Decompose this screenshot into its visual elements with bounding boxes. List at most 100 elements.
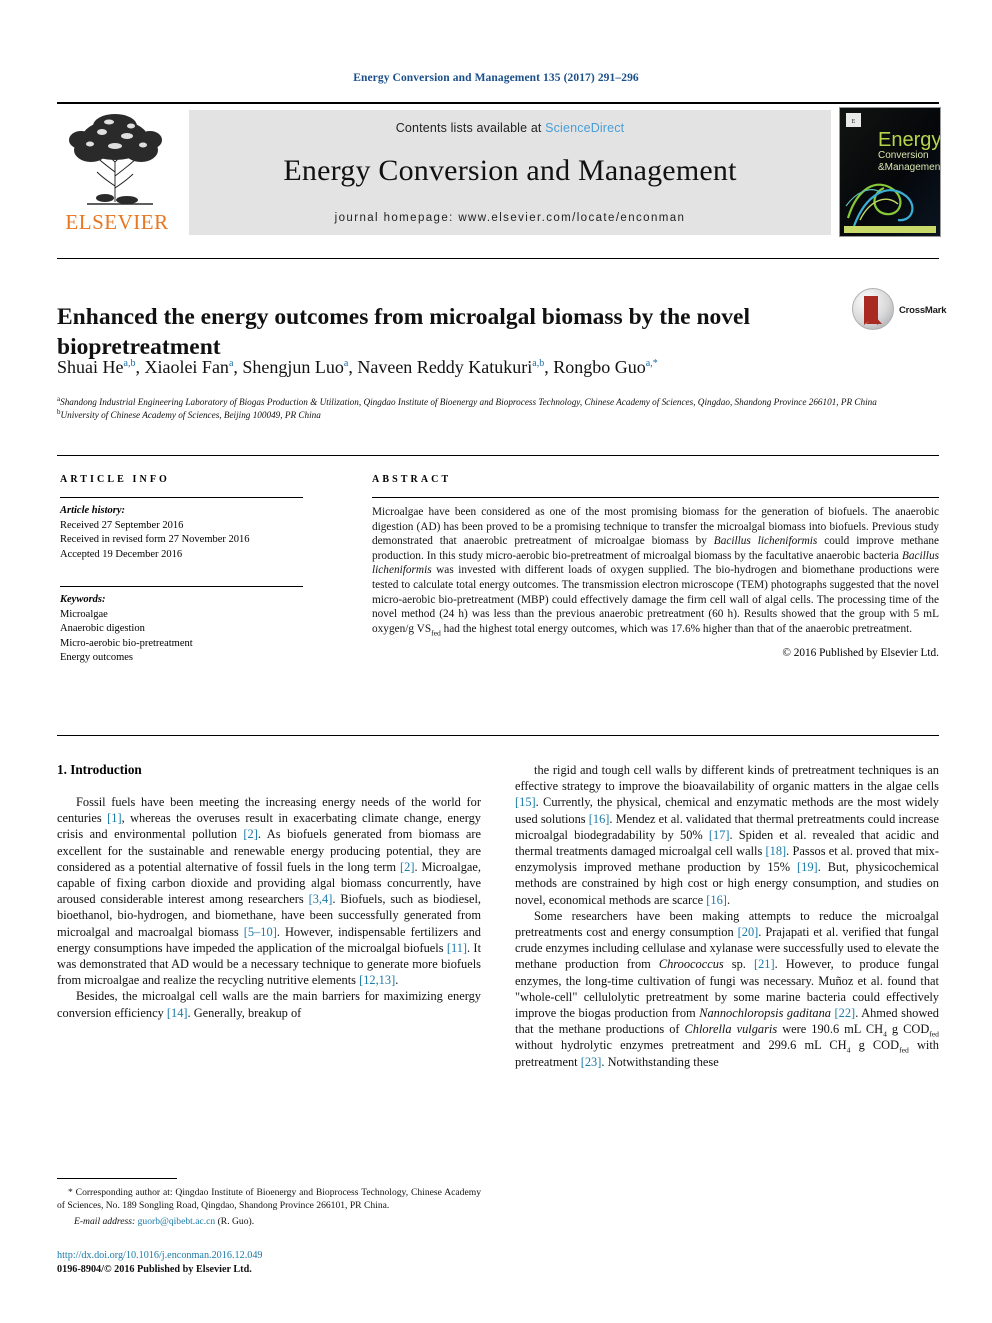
citation-ref[interactable]: [16]: [589, 812, 610, 826]
author-name: Rongbo Guo: [553, 357, 646, 377]
contents-available-line: Contents lists available at ScienceDirec…: [189, 110, 831, 135]
body-paragraph: Some researchers have been making attemp…: [515, 908, 940, 1069]
crossmark-circle-icon: [852, 288, 894, 330]
subscript: 4: [883, 1029, 887, 1039]
italic-term: Chroococcus: [658, 957, 724, 972]
body-column-left: 1. Introduction Fossil fuels have been m…: [57, 762, 481, 1021]
citation-ref[interactable]: [20]: [738, 925, 759, 939]
article-history-item: Accepted 19 December 2016: [60, 548, 183, 560]
author-name: Naveen Reddy Katukuri: [357, 357, 533, 377]
contents-prefix: Contents lists available at: [395, 121, 546, 135]
body-paragraph: Fossil fuels have been meeting the incre…: [57, 795, 482, 988]
doi-block: http://dx.doi.org/10.1016/j.enconman.201…: [57, 1249, 487, 1276]
subscript: fed: [929, 1029, 939, 1039]
corresponding-author-note: * Corresponding author at: Qingdao Insti…: [57, 1187, 481, 1211]
citation-ref[interactable]: [23]: [581, 1055, 602, 1069]
citation-ref[interactable]: [5–10]: [244, 925, 277, 939]
footnote-divider: [57, 1178, 177, 1179]
citation-ref[interactable]: [14]: [167, 1006, 188, 1020]
body-column-right: the rigid and tough cell walls by differ…: [515, 762, 939, 1070]
keyword-item: Micro-aerobic bio-pretreatment: [60, 637, 193, 649]
article-history-item: Received in revised form 27 November 201…: [60, 534, 250, 545]
svg-text:Energy: Energy: [878, 129, 940, 151]
elsevier-logo: ELSEVIER: [57, 110, 177, 235]
citation-ref[interactable]: [1]: [107, 811, 121, 825]
affiliation-marker: b: [57, 407, 61, 416]
author-list: Shuai Hea,b, Xiaolei Fana, Shengjun Luoa…: [57, 357, 658, 377]
svg-text:Conversion: Conversion: [878, 150, 929, 161]
author-affiliation-marker: a: [228, 358, 234, 369]
italic-term: Nannochloropsis gaditana: [699, 1006, 831, 1021]
citation-ref[interactable]: [22]: [835, 1006, 856, 1020]
author-affiliation-marker: a,*: [645, 358, 658, 369]
abstract-copyright: © 2016 Published by Elsevier Ltd.: [782, 647, 939, 660]
keyword-item: Anaerobic digestion: [60, 623, 145, 634]
citation-ref[interactable]: [16]: [706, 893, 727, 907]
title-divider: [57, 258, 939, 259]
abstract-rule: [372, 497, 939, 498]
masthead-center-panel: Contents lists available at ScienceDirec…: [189, 110, 831, 235]
keyword-lines: Microalgae Anaerobic digestion Micro-aerob…: [60, 608, 303, 666]
homepage-prefix: journal homepage:: [334, 212, 459, 224]
italic-term: Bacillus licheniformis: [372, 549, 939, 577]
citation-ref[interactable]: [15]: [515, 795, 536, 809]
author-name: Xiaolei Fan: [144, 357, 229, 377]
citation-ref[interactable]: [18]: [766, 844, 787, 858]
page-title: Enhanced the energy outcomes from microa…: [57, 303, 750, 360]
keyword-item: Microalgae: [60, 608, 108, 620]
keyword-item: Energy outcomes: [60, 652, 133, 663]
citation-ref[interactable]: [12,13]: [359, 973, 395, 987]
body-paragraph: the rigid and tough cell walls by differ…: [515, 763, 940, 907]
citation-ref[interactable]: [17]: [709, 828, 730, 842]
section-heading-introduction: 1. Introduction: [57, 762, 142, 777]
svg-text:&Management: &Management: [878, 162, 940, 173]
running-head: Energy Conversion and Management 135 (20…: [353, 72, 639, 84]
journal-title: Energy Conversion and Management: [283, 154, 737, 187]
abstract-column: Microalgae have been considered as one o…: [372, 497, 939, 659]
paper-page: Energy Conversion and Management 135 (20…: [0, 0, 992, 1323]
journal-cover-thumbnail: E Energy Conversion &Management: [839, 107, 941, 237]
doi-link[interactable]: http://dx.doi.org/10.1016/j.enconman.201…: [57, 1249, 487, 1263]
elsevier-wordmark: ELSEVIER: [65, 210, 169, 234]
info-rule-keywords: [60, 586, 303, 587]
journal-masthead: ELSEVIER Contents lists available at Sci…: [57, 102, 941, 237]
affiliation-list: aShandong Industrial Engineering Laborat…: [57, 394, 937, 421]
italic-term: Bacillus licheniformis: [713, 535, 818, 548]
citation-ref[interactable]: [2]: [243, 827, 257, 841]
homepage-url[interactable]: www.elsevier.com/locate/enconman: [458, 212, 685, 224]
affiliation-item: aShandong Industrial Engineering Laborat…: [57, 394, 877, 407]
citation-ref[interactable]: [3,4]: [309, 892, 333, 906]
issn-copyright-line: 0196-8904/© 2016 Published by Elsevier L…: [57, 1263, 252, 1275]
affiliation-marker: a: [57, 394, 61, 403]
citation-ref[interactable]: [2]: [400, 860, 414, 874]
article-info-column: Article history: Received 27 September 2…: [60, 497, 303, 666]
sciencedirect-link[interactable]: ScienceDirect: [545, 121, 624, 135]
italic-term: Chlorella vulgaris: [684, 1022, 778, 1037]
author-name: Shengjun Luo: [242, 357, 344, 377]
citation-ref[interactable]: [21]: [754, 957, 775, 971]
crossmark-triangle-icon: [866, 315, 882, 324]
author-affiliation-marker: a,b: [532, 358, 545, 369]
left-paragraphs: Fossil fuels have been meeting the incre…: [57, 794, 481, 1021]
subscript: fed: [899, 1045, 909, 1055]
email-suffix: (R. Guo).: [217, 1216, 255, 1227]
crossmark-badge[interactable]: CrossMark: [852, 288, 947, 332]
cover-artwork-icon: E Energy Conversion &Management: [840, 108, 940, 236]
citation-ref[interactable]: [11]: [447, 941, 467, 955]
body-paragraph: Besides, the microalgal cell walls are t…: [57, 989, 481, 1020]
email-link[interactable]: guorb@qibebt.ac.cn: [138, 1216, 216, 1227]
article-history-heading: Article history:: [60, 505, 126, 516]
article-history-item: Received 27 September 2016: [60, 519, 184, 531]
info-rule-history: [60, 497, 303, 498]
citation-ref[interactable]: [19]: [797, 860, 818, 874]
abstract-text: Microalgae have been considered as one o…: [372, 506, 939, 637]
elsevier-tree-icon: [69, 114, 162, 205]
journal-homepage-line: journal homepage: www.elsevier.com/locat…: [189, 212, 831, 224]
subscript: 4: [846, 1045, 851, 1055]
right-paragraphs: the rigid and tough cell walls by differ…: [515, 762, 939, 1070]
svg-text:E: E: [852, 119, 856, 125]
abstract-header: ABSTRACT: [372, 474, 452, 485]
article-info-header: ARTICLE INFO: [60, 474, 170, 485]
affiliation-item: bUniversity of Chinese Academy of Scienc…: [57, 407, 321, 420]
